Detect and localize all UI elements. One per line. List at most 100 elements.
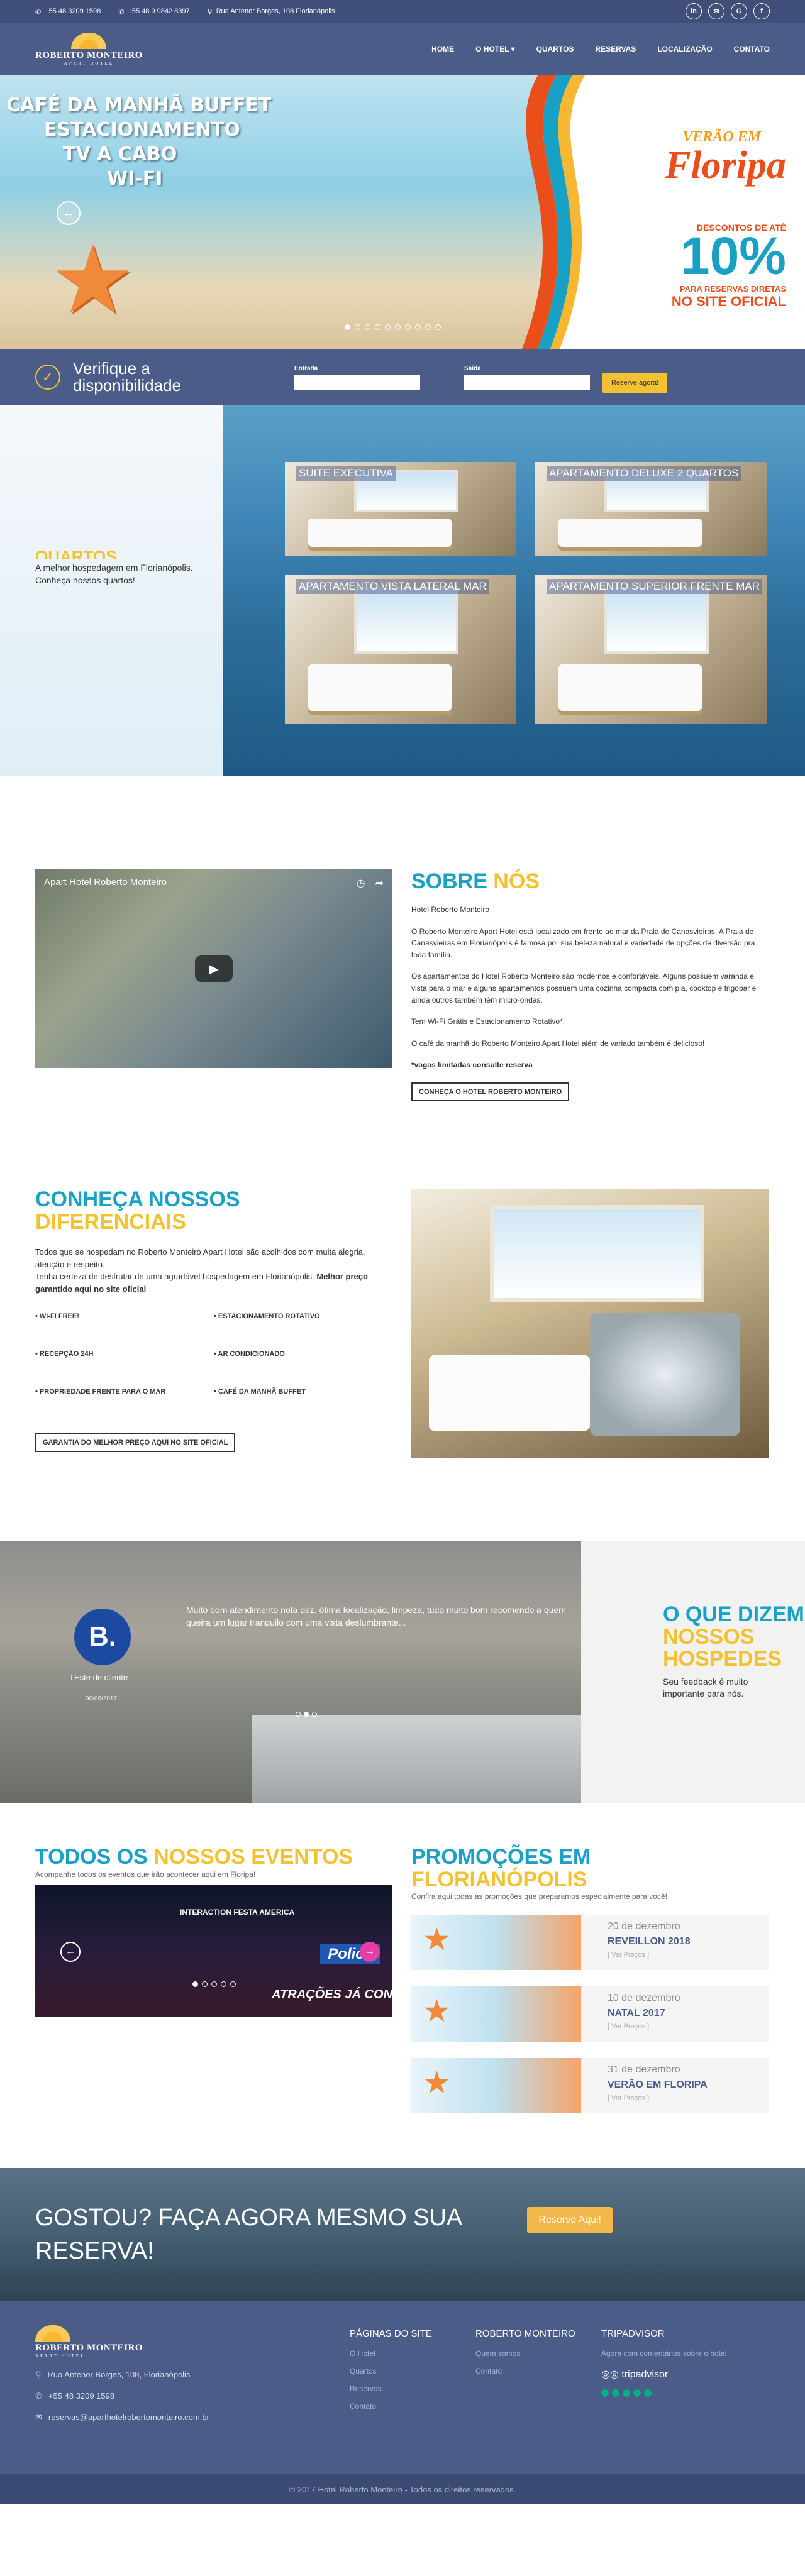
promotion-item[interactable]: 20 de dezembro REVEILLON 2018 [ Ver Preç…: [411, 1915, 769, 1971]
event-next-arrow-icon[interactable]: →: [360, 1941, 380, 1962]
promotion-date: 10 de dezembro: [608, 1993, 680, 2004]
email-icon[interactable]: ✉: [708, 3, 724, 19]
nav-home[interactable]: HOME: [431, 45, 454, 53]
promotion-item[interactable]: 31 de dezembro VERÃO EM FLORIPA [ Ver Pr…: [411, 2058, 769, 2114]
slider-dot[interactable]: [365, 324, 370, 330]
slider-dot[interactable]: [435, 324, 441, 330]
room-label: APARTAMENTO VISTA LATERAL MAR: [296, 579, 489, 594]
map-pin-icon: ⚲: [207, 8, 213, 16]
facebook-icon[interactable]: f: [753, 3, 770, 19]
footer-logo[interactable]: ROBERTO MONTEIRO APART HOTEL: [35, 2325, 350, 2359]
footer-link[interactable]: O Hotel: [350, 2349, 475, 2358]
promotion-name[interactable]: REVEILLON 2018: [608, 1936, 691, 1947]
room-card[interactable]: APARTAMENTO SUPERIOR FRENTE MAR: [535, 575, 767, 724]
slider-dot[interactable]: [425, 324, 431, 330]
room-card[interactable]: SUITE EXECUTIVA: [285, 462, 516, 556]
play-icon[interactable]: ▶: [195, 955, 233, 982]
event-caption: ATRAÇÕES JÁ CON: [272, 1987, 392, 2001]
rooms-heading: QUARTOS: [35, 547, 117, 559]
tripadvisor-logo[interactable]: ◎◎ tripadvisor: [601, 2368, 727, 2381]
footer-link[interactable]: Reservas: [350, 2384, 475, 2393]
share-icon[interactable]: ➦: [375, 877, 384, 889]
promotions-column: PROMOÇÕES EM FLORIANÓPOLIS Confira aqui t…: [411, 1846, 769, 2168]
logo-name: ROBERTO MONTEIRO: [35, 50, 143, 60]
reserve-here-button[interactable]: Reserve Aqui!: [527, 2207, 613, 2233]
promotion-name[interactable]: VERÃO EM FLORIPA: [608, 2079, 708, 2091]
testimonial-dot[interactable]: [304, 1712, 309, 1717]
cta-text: GOSTOU? FAÇA AGORA MESMO SUA RESERVA!: [35, 2204, 462, 2264]
promotions-title-b: FLORIANÓPOLIS: [411, 1867, 587, 1891]
slider-dot[interactable]: [355, 324, 360, 330]
testimonial-dot[interactable]: [296, 1712, 301, 1717]
google-icon[interactable]: G: [731, 3, 747, 19]
nav-contato[interactable]: CONTATO: [734, 45, 770, 53]
feature-item: RECEPÇÃO 24H: [35, 1350, 214, 1358]
slider-dot[interactable]: [395, 324, 401, 330]
promotion-link[interactable]: [ Ver Preços ]: [608, 2094, 708, 2102]
copyright-text: © 2017 Hotel Roberto Monteiro - Todos os…: [289, 2484, 516, 2494]
promotion-link[interactable]: [ Ver Preços ]: [608, 2023, 680, 2030]
footer-link[interactable]: Quem somos: [475, 2349, 601, 2358]
nav-localizacao[interactable]: LOCALIZAÇÃO: [657, 45, 712, 53]
differentials-section: CONHEÇA NOSSOS DIFERENCIAIS Todos que se …: [0, 1187, 805, 1541]
differentials-title-a: CONHEÇA NOSSOS: [35, 1187, 240, 1211]
nav-o-hotel[interactable]: O HOTEL ▾: [475, 45, 514, 53]
video-player[interactable]: Apart Hotel Roberto Monteiro ◷ ➦ ▶: [35, 869, 392, 1068]
phone-1-text: +55 48 3209 1598: [45, 8, 101, 15]
linkedin-icon[interactable]: in: [686, 3, 702, 19]
slider-dot[interactable]: [375, 324, 380, 330]
slider-dot[interactable]: [345, 324, 350, 330]
event-dot[interactable]: [211, 1981, 217, 1987]
clock-icon[interactable]: ◷: [357, 877, 365, 889]
cta-banner: GOSTOU? FAÇA AGORA MESMO SUA RESERVA! Re…: [0, 2168, 805, 2301]
testimonial-dot[interactable]: [312, 1712, 317, 1717]
checkin-input[interactable]: [294, 374, 420, 390]
checkout-input[interactable]: [464, 374, 590, 390]
best-price-button[interactable]: GARANTIA DO MELHOR PREÇO AQUI NO SITE OF…: [35, 1433, 236, 1453]
prev-arrow-icon[interactable]: ←: [57, 201, 80, 225]
logo[interactable]: ROBERTO MONTEIRO APART HOTEL: [35, 32, 143, 66]
promotion-name[interactable]: NATAL 2017: [608, 2008, 680, 2019]
event-dot[interactable]: [221, 1981, 226, 1987]
testimonial-dots: [296, 1712, 317, 1717]
owl-icon: ◎◎: [601, 2369, 619, 2380]
discount-value: 10%: [680, 226, 786, 285]
feature-item: CAFÉ DA MANHÃ BUFFET: [214, 1388, 392, 1395]
promotion-link[interactable]: [ Ver Preços ]: [608, 1951, 691, 1959]
footer-trip-text[interactable]: Agora com comentários sobre o hotel: [601, 2349, 727, 2358]
reserve-now-button[interactable]: Reserve agora!: [602, 373, 668, 393]
footer-link[interactable]: Contato: [350, 2402, 475, 2411]
footer-phone[interactable]: ✆ +55 48 3209 1598: [35, 2391, 350, 2401]
footer-link[interactable]: Quartos: [350, 2367, 475, 2375]
footer-logo-name: ROBERTO MONTEIRO: [35, 2343, 143, 2353]
know-hotel-button[interactable]: CONHEÇA O HOTEL ROBERTO MONTEIRO: [411, 1082, 570, 1101]
phone-2[interactable]: ✆ +55 48 9 9842 8397: [118, 8, 189, 16]
event-dot[interactable]: [192, 1981, 198, 1987]
footer-email[interactable]: ✉ reservas@aparthotelrobertomonteiro.com.…: [35, 2413, 350, 2423]
checkout-field: Saída: [464, 365, 590, 390]
room-card[interactable]: APARTAMENTO DELUXE 2 QUARTOS: [535, 462, 767, 556]
room-label: APARTAMENTO DELUXE 2 QUARTOS: [547, 466, 741, 481]
nav-reservas[interactable]: RESERVAS: [595, 45, 636, 53]
hero-slider: CAFÉ DA MANHÃ BUFFET ESTACIONAMENTO TV A…: [0, 75, 805, 349]
nav-quartos[interactable]: QUARTOS: [536, 45, 574, 53]
slider-dot[interactable]: [405, 324, 411, 330]
event-slider[interactable]: INTERACTION FESTA AMERICA Police ATRAÇÕE…: [35, 1885, 392, 2017]
video-controls: ◷ ➦: [357, 877, 384, 889]
footer-link[interactable]: Contato: [475, 2367, 601, 2375]
event-dot[interactable]: [230, 1981, 236, 1987]
phone-1[interactable]: ✆ +55 48 3209 1598: [35, 8, 101, 16]
promotion-meta: 10 de dezembro NATAL 2017 [ Ver Preços ]: [581, 1986, 680, 2042]
promotion-item[interactable]: 10 de dezembro NATAL 2017 [ Ver Preços ]: [411, 1986, 769, 2042]
event-dot[interactable]: [202, 1981, 208, 1987]
event-prev-arrow-icon[interactable]: ←: [60, 1941, 80, 1962]
promotions-title-a: PROMOÇÕES EM: [411, 1845, 591, 1869]
room-card[interactable]: APARTAMENTO VISTA LATERAL MAR: [285, 575, 516, 724]
slider-dot[interactable]: [415, 324, 421, 330]
hero-promo: VERÃO EM Floripa DESCONTOS DE ATÉ 10% PA…: [629, 129, 786, 310]
feature-item: ESTACIONAMENTO ROTATIVO: [214, 1313, 392, 1320]
next-arrow-icon[interactable]: →: [731, 201, 755, 225]
slider-dot[interactable]: [385, 324, 391, 330]
testimonials-intro: O QUE DIZEM NOSSOS HOSPEDES Seu feedback …: [581, 1541, 805, 1803]
room-label: APARTAMENTO SUPERIOR FRENTE MAR: [547, 579, 763, 594]
